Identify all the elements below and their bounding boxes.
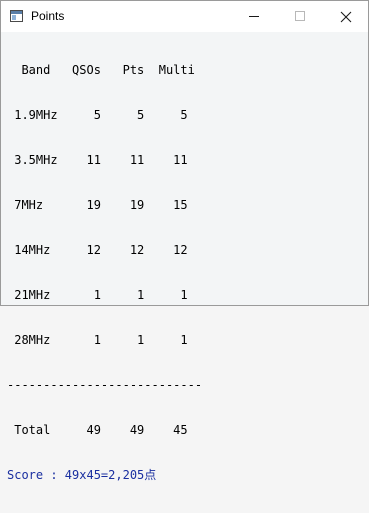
total-row: Total 49 49 45 <box>7 423 188 437</box>
table-row: 3.5MHz 11 11 11 <box>7 153 188 167</box>
table-row: 7MHz 19 19 15 <box>7 198 188 212</box>
points-text-area[interactable]: Band QSOs Pts Multi 1.9MHz 5 5 5 3.5MHz … <box>1 32 368 482</box>
title-bar[interactable]: Points <box>1 1 368 32</box>
window-title: Points <box>31 9 65 23</box>
minimize-button[interactable] <box>231 1 277 32</box>
separator-line: --------------------------- <box>7 378 203 392</box>
score-line: Score : 49x45=2,205点 <box>7 468 157 482</box>
table-header: Band QSOs Pts Multi <box>7 63 195 77</box>
maximize-button[interactable] <box>277 1 323 32</box>
table-row: 28MHz 1 1 1 <box>7 333 188 347</box>
table-row: 21MHz 1 1 1 <box>7 288 188 302</box>
close-icon <box>340 11 352 23</box>
points-listing: Band QSOs Pts Multi 1.9MHz 5 5 5 3.5MHz … <box>7 33 202 513</box>
app-window-icon[interactable] <box>10 10 23 22</box>
table-row: 1.9MHz 5 5 5 <box>7 108 188 122</box>
table-row: 14MHz 12 12 12 <box>7 243 188 257</box>
points-window: Points Band QSOs Pts Multi 1.9MHz 5 5 5 … <box>0 0 369 482</box>
close-button[interactable] <box>323 1 369 32</box>
